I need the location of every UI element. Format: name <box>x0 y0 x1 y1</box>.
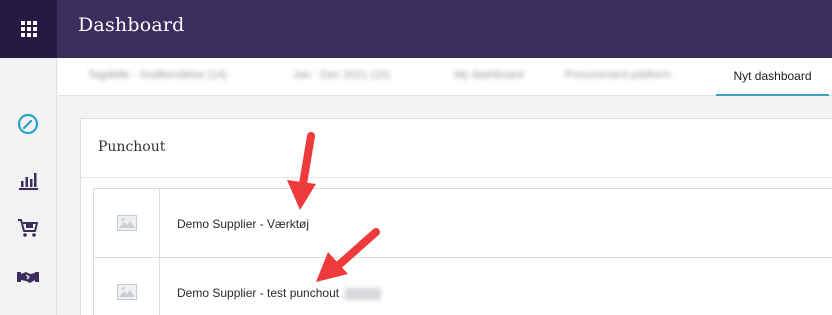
red-arrow-icon <box>316 228 380 282</box>
tab-nyt-dashboard[interactable]: Nyt dashboard <box>716 58 829 96</box>
apps-menu-button[interactable] <box>0 0 57 58</box>
tab-blurred-4[interactable]: Procurement platform <box>565 69 671 85</box>
image-placeholder-icon <box>116 215 137 231</box>
item-thumbnail <box>94 258 160 315</box>
redacted-text <box>345 287 382 300</box>
dashboard-tabs: Tagdelte · Godkendelse (14) Jan · Dec 20… <box>58 58 832 96</box>
handshake-icon <box>17 272 39 283</box>
shopping-cart-icon <box>18 219 38 237</box>
punchout-item-vaerktoej[interactable]: Demo Supplier - Værktøj <box>93 188 832 258</box>
page: Dashboard Tagdelte · Godkendelse (14) Ja… <box>0 0 832 315</box>
image-placeholder-icon <box>116 284 137 300</box>
item-thumbnail <box>94 189 160 257</box>
apps-grid-icon <box>20 21 37 37</box>
sidebar-item-shopping[interactable] <box>14 214 42 242</box>
red-arrow-icon <box>287 132 316 210</box>
tab-blurred-3[interactable]: My dashboard <box>454 69 524 85</box>
card-divider <box>81 177 832 178</box>
page-title: Dashboard <box>78 14 185 36</box>
sidebar-item-reports[interactable] <box>14 166 42 194</box>
sidebar-item-suppliers[interactable] <box>14 263 42 291</box>
sidebar-item-dashboard[interactable] <box>14 110 42 138</box>
dashboard-dial-icon <box>17 113 39 135</box>
item-label: Demo Supplier - Værktøj <box>177 217 310 231</box>
bar-chart-icon <box>19 173 38 190</box>
top-header: Dashboard <box>0 0 832 58</box>
item-label-wrap: Demo Supplier - test punchout <box>177 286 382 300</box>
item-label: Demo Supplier - test punchout <box>177 286 340 300</box>
tab-blurred-1[interactable]: Tagdelte · Godkendelse (14) <box>88 69 227 85</box>
punchout-card: Punchout Demo Supplier - Værktøj Demo Su… <box>80 118 832 315</box>
punchout-item-test[interactable]: Demo Supplier - test punchout <box>93 257 832 315</box>
tab-blurred-2[interactable]: Jan · Dec 2021 (15) <box>293 69 390 85</box>
left-sidebar <box>0 58 57 315</box>
card-title: Punchout <box>98 139 166 155</box>
